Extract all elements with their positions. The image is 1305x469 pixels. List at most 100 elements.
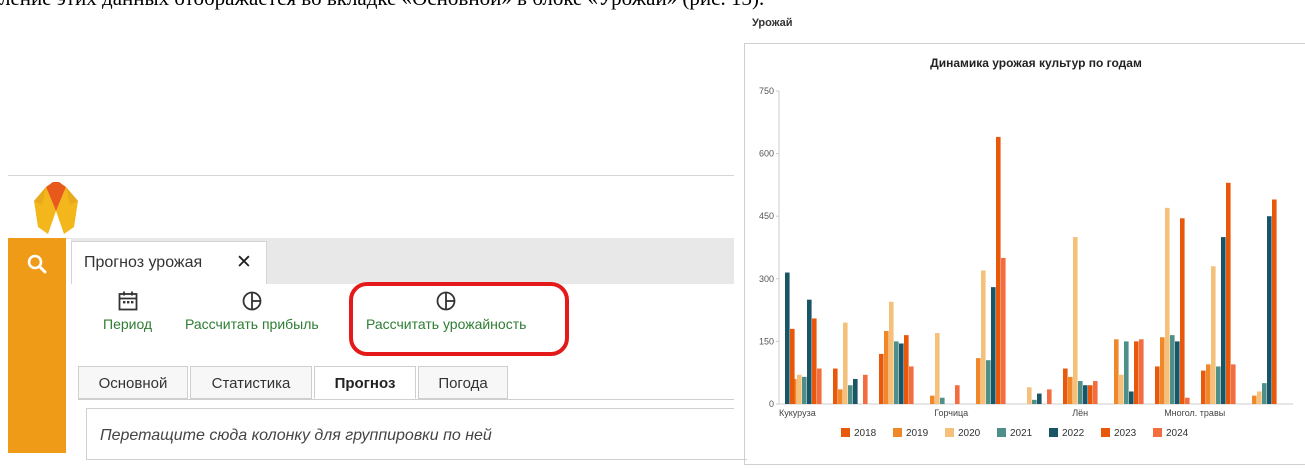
legend-label: 2019: [906, 428, 929, 439]
legend-swatch: [841, 428, 850, 437]
bar: [1180, 218, 1185, 404]
bar: [1185, 397, 1190, 404]
legend-label: 2020: [958, 428, 981, 439]
bar: [1001, 257, 1006, 404]
bar: [1073, 237, 1078, 404]
legend-swatch: [1153, 428, 1162, 437]
bar: [904, 335, 909, 404]
bar: [1088, 385, 1093, 404]
tab-statistics[interactable]: Статистика: [190, 366, 312, 399]
subtab-bar: Основной Статистика Прогноз Погода: [78, 366, 740, 400]
bar: [1206, 364, 1211, 404]
bar: [1032, 399, 1037, 404]
calendar-icon: [118, 291, 137, 311]
bar: [785, 272, 790, 404]
bar: [1047, 389, 1052, 404]
bar: [1027, 387, 1032, 404]
tab-main[interactable]: Основной: [78, 366, 188, 399]
bar: [1257, 391, 1262, 404]
bar: [996, 136, 1001, 404]
tab-label: Прогноз урожая: [84, 254, 203, 271]
legend-label: 2021: [1010, 428, 1033, 439]
bar: [940, 397, 945, 404]
legend-swatch: [945, 428, 954, 437]
legend-label: 2023: [1114, 428, 1137, 439]
x-tick-label: Кукуруза: [779, 408, 816, 418]
bar: [1129, 391, 1134, 404]
yield-chart: Динамика урожая культур по годам 0 150 300 4…: [759, 56, 1293, 439]
y-tick-label: 300: [759, 274, 774, 284]
bar: [930, 395, 935, 404]
document-text-line: ление этих данных отображается во вкладк…: [0, 0, 1305, 16]
bar: [1037, 393, 1042, 404]
bar: [1139, 339, 1144, 404]
chart-title: Динамика урожая культур по годам: [930, 56, 1142, 70]
pie-chart-icon: [242, 291, 262, 311]
y-tick-label: 450: [759, 211, 774, 221]
bar: [1093, 381, 1098, 404]
y-tick-label: 150: [759, 336, 774, 346]
bar: [1221, 237, 1226, 404]
highlight-annotation: [349, 282, 569, 356]
bar: [981, 270, 986, 404]
search-icon[interactable]: [26, 253, 48, 275]
legend-label: 2024: [1166, 428, 1189, 439]
bar: [790, 328, 795, 404]
legend-swatch: [997, 428, 1006, 437]
close-icon[interactable]: ✕: [236, 251, 252, 274]
bar: [1119, 374, 1124, 404]
bar: [1216, 366, 1221, 404]
x-tick-label: Многол. травы: [1164, 408, 1225, 418]
bar: [1262, 383, 1267, 404]
bar: [991, 287, 996, 404]
group-drop-area[interactable]: Перетащите сюда колонку для группировки …: [86, 408, 747, 460]
legend-swatch: [893, 428, 902, 437]
bar: [899, 343, 904, 404]
period-label: Период: [103, 316, 153, 332]
calc-profit-label: Рассчитать прибыль: [185, 316, 319, 332]
bar: [935, 333, 940, 404]
calc-profit-button[interactable]: Рассчитать прибыль: [185, 290, 319, 332]
tab-weather[interactable]: Погода: [418, 366, 508, 399]
bar: [1068, 376, 1073, 404]
subtab-divider: [78, 399, 740, 400]
bar: [853, 378, 858, 404]
bar: [807, 299, 812, 404]
bar: [1252, 395, 1257, 404]
bar: [955, 385, 960, 404]
bar: [1165, 207, 1170, 404]
bar: [812, 318, 817, 404]
period-button[interactable]: Период: [103, 290, 152, 332]
bar: [1124, 341, 1129, 404]
bar: [909, 366, 914, 404]
bar: [1201, 370, 1206, 404]
bar: [1272, 199, 1277, 404]
bar: [1267, 216, 1272, 404]
bar: [976, 358, 981, 404]
bar: [1134, 341, 1139, 404]
y-tick-label: 600: [759, 149, 774, 159]
bar: [1063, 368, 1068, 404]
bar: [1226, 182, 1231, 404]
yield-panel: Урожай Динамика урожая культур по годам 0…: [734, 15, 1305, 465]
document-tab-bar: Прогноз урожая ✕: [71, 238, 740, 285]
bar: [1114, 339, 1119, 404]
tab-yield-forecast[interactable]: Прогноз урожая ✕: [71, 241, 267, 285]
bar: [1175, 341, 1180, 404]
bar: [802, 376, 807, 404]
x-tick-label: Горчица: [934, 408, 968, 418]
legend-swatch: [1049, 428, 1058, 437]
y-tick-label: 750: [759, 86, 774, 96]
legend-swatch: [1101, 428, 1110, 437]
y-tick-label: 0: [769, 399, 774, 409]
bar: [986, 360, 991, 404]
bar: [1170, 335, 1175, 404]
tab-forecast[interactable]: Прогноз: [314, 366, 416, 399]
bar: [797, 374, 802, 404]
legend-label: 2022: [1062, 428, 1085, 439]
bar: [1160, 337, 1165, 404]
bar: [843, 322, 848, 404]
bar: [833, 368, 838, 404]
bar: [1155, 366, 1160, 404]
bar: [1078, 381, 1083, 404]
